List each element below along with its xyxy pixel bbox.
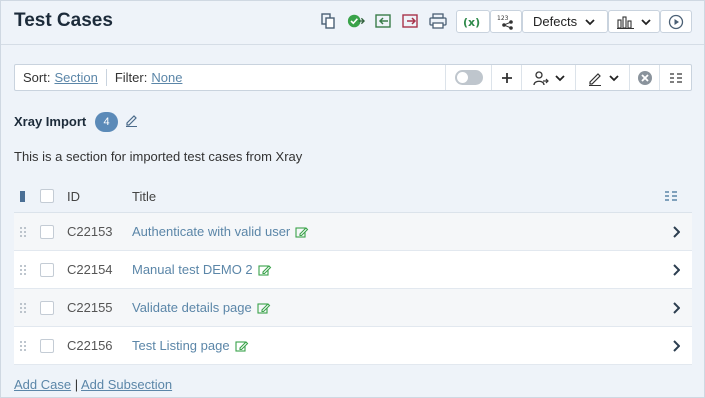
print-icon[interactable]	[429, 12, 447, 30]
chevron-right-icon[interactable]	[672, 289, 680, 326]
sort-filter-group: Sort: Section Filter: None	[15, 69, 182, 86]
play-circle-icon	[668, 14, 684, 29]
chevron-right-icon[interactable]	[672, 251, 680, 288]
numbering-button[interactable]: 123	[490, 10, 522, 33]
row-checkbox-cell	[40, 251, 54, 288]
assign-dropdown[interactable]	[521, 65, 575, 90]
chevron-right-icon[interactable]	[672, 327, 680, 364]
row-checkbox-cell	[40, 289, 54, 326]
defects-dropdown[interactable]: Defects	[522, 10, 608, 33]
bulk-edit-dropdown[interactable]	[575, 65, 629, 90]
divider	[105, 69, 107, 86]
numbered-share-icon: 123	[497, 15, 513, 30]
drag-handle-icon[interactable]	[19, 289, 27, 326]
edit-case-icon[interactable]	[235, 339, 249, 353]
case-title-cell: Validate details page	[132, 289, 271, 326]
page-title: Test Cases	[14, 10, 113, 31]
case-id: C22153	[67, 224, 113, 239]
case-id: C22155	[67, 300, 113, 315]
row-checkbox[interactable]	[40, 300, 54, 315]
column-settings-icon[interactable]	[664, 180, 678, 212]
close-circle-icon	[637, 70, 652, 85]
sort-link[interactable]: Section	[54, 70, 97, 85]
select-column-marker	[20, 180, 25, 212]
filter-label: Filter:	[114, 70, 148, 85]
case-id: C22154	[67, 262, 113, 277]
delete-button[interactable]	[629, 65, 659, 90]
toggle-knob	[456, 72, 468, 83]
row-checkbox-cell	[40, 327, 54, 364]
case-title-cell: Authenticate with valid user	[132, 213, 309, 250]
svg-text:(x): (x)	[463, 16, 480, 29]
case-title-link[interactable]: Authenticate with valid user	[132, 224, 290, 239]
table-row[interactable]: C22154 Manual test DEMO 2	[14, 251, 692, 289]
edit-case-icon[interactable]	[258, 263, 272, 277]
case-title-cell: Test Listing page	[132, 327, 249, 364]
drag-handle-icon[interactable]	[19, 327, 27, 364]
svg-text:123: 123	[497, 15, 509, 22]
columns-button[interactable]	[659, 65, 691, 90]
columns-icon	[669, 72, 682, 83]
import-icon[interactable]	[375, 12, 393, 30]
case-title-link[interactable]: Validate details page	[132, 300, 252, 315]
bar-chart-icon	[617, 15, 634, 29]
toggle-switch[interactable]	[445, 65, 491, 90]
formula-button[interactable]: (x)	[456, 10, 490, 33]
sort-label: Sort:	[23, 70, 51, 85]
add-case-link[interactable]: Add Case	[14, 377, 71, 392]
row-checkbox[interactable]	[40, 262, 54, 277]
edit-case-icon[interactable]	[295, 225, 309, 239]
select-all-checkbox-cell	[40, 180, 54, 212]
row-checkbox-cell	[40, 213, 54, 250]
chevron-down-icon	[608, 74, 619, 81]
sort-filter-toolbar: Sort: Section Filter: None	[14, 64, 692, 91]
table-row[interactable]: C22153 Authenticate with valid user	[14, 213, 692, 251]
drag-handle-icon[interactable]	[19, 213, 27, 250]
toggle-track	[454, 70, 483, 85]
select-all-checkbox[interactable]	[40, 189, 54, 203]
edit-case-icon[interactable]	[257, 301, 271, 315]
chevron-down-icon	[585, 18, 595, 25]
user-assign-icon	[532, 70, 549, 85]
chart-dropdown[interactable]	[608, 10, 660, 33]
table-row[interactable]: C22156 Test Listing page	[14, 327, 692, 365]
defects-label: Defects	[533, 14, 578, 29]
column-header-title[interactable]: Title	[132, 180, 156, 212]
filter-link[interactable]: None	[151, 70, 182, 85]
export-icon[interactable]	[402, 12, 420, 30]
table-header: ID Title	[14, 180, 692, 213]
case-id: C22156	[67, 338, 113, 353]
case-title-link[interactable]: Test Listing page	[132, 338, 230, 353]
copy-icon[interactable]	[319, 12, 337, 30]
drag-handle-icon[interactable]	[19, 251, 27, 288]
formula-icon: (x)	[463, 16, 480, 29]
column-header-id[interactable]: ID	[67, 180, 80, 212]
case-count-badge: 4	[95, 112, 118, 132]
footer-separator: |	[74, 377, 79, 392]
row-checkbox[interactable]	[40, 224, 54, 239]
test-cases-panel: Test Cases (x) 123 Defects Sort: Section…	[0, 0, 705, 398]
panel-header: Test Cases (x) 123 Defects	[1, 1, 704, 45]
green-check-export-icon[interactable]	[347, 12, 365, 30]
section-description: This is a section for imported test case…	[14, 149, 303, 164]
add-case-button[interactable]	[491, 65, 521, 90]
edit-section-icon[interactable]	[125, 113, 139, 130]
row-checkbox[interactable]	[40, 338, 54, 353]
pencil-icon	[588, 72, 601, 86]
run-button[interactable]	[660, 10, 692, 33]
test-cases-table: ID Title C22153 Authenticate with valid …	[14, 180, 692, 365]
table-row[interactable]: C22155 Validate details page	[14, 289, 692, 327]
case-title-link[interactable]: Manual test DEMO 2	[132, 262, 253, 277]
case-title-cell: Manual test DEMO 2	[132, 251, 272, 288]
chevron-down-icon	[641, 18, 651, 25]
add-subsection-link[interactable]: Add Subsection	[81, 377, 172, 392]
footer-links: Add Case | Add Subsection	[14, 377, 172, 392]
chevron-right-icon[interactable]	[672, 213, 680, 250]
chevron-down-icon	[554, 74, 565, 81]
section-name: Xray Import	[14, 114, 87, 129]
table-body: C22153 Authenticate with valid user C221…	[14, 213, 692, 365]
plus-icon	[501, 72, 512, 83]
